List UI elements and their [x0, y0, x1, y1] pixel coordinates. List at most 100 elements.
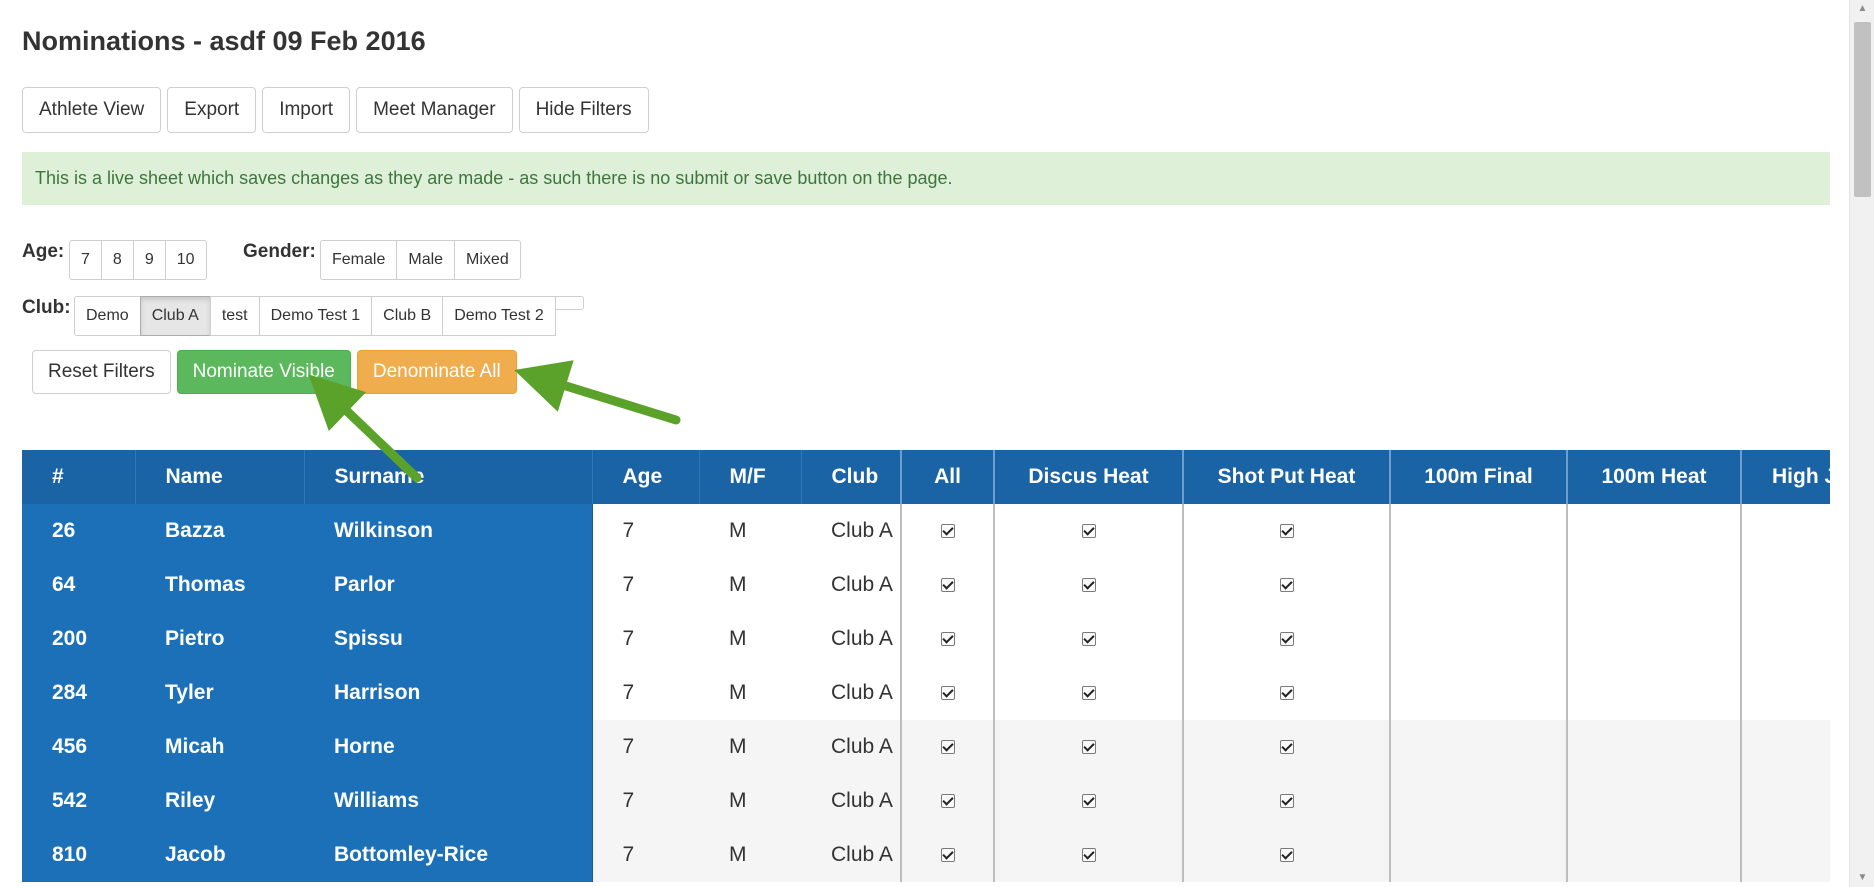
cell-high-jump[interactable] [1740, 720, 1830, 774]
all-checkbox[interactable] [940, 578, 955, 593]
live-sheet-notice: This is a live sheet which saves changes… [22, 152, 1830, 205]
cell-discus-heat [993, 504, 1183, 558]
cell-high-jump[interactable] [1740, 504, 1830, 558]
cell-100m-heat[interactable] [1566, 666, 1741, 720]
shot-put-heat-checkbox[interactable] [1279, 848, 1294, 863]
cell-100m-heat[interactable] [1566, 504, 1741, 558]
all-checkbox[interactable] [940, 848, 955, 863]
gender-option-male[interactable]: Male [396, 240, 456, 280]
scroll-up-arrow-icon[interactable]: ▲ [1850, 0, 1874, 18]
cell-100m-heat[interactable] [1566, 774, 1741, 828]
col-header-shot-put-heat[interactable]: Shot Put Heat [1182, 450, 1391, 504]
shot-put-heat-checkbox[interactable] [1279, 578, 1294, 593]
col-header-surname[interactable]: Surname [304, 450, 593, 504]
gender-option-mixed[interactable]: Mixed [454, 240, 521, 280]
vertical-scrollbar[interactable]: ▲ ▼ [1849, 0, 1874, 887]
cell-surname: Harrison [304, 666, 593, 720]
shot-put-heat-checkbox[interactable] [1279, 524, 1294, 539]
cell-discus-heat [993, 558, 1183, 612]
age-option-9[interactable]: 9 [132, 240, 166, 280]
cell-100m-final[interactable] [1389, 612, 1567, 666]
cell-high-jump[interactable] [1740, 666, 1830, 720]
cell-100m-heat[interactable] [1566, 720, 1741, 774]
shot-put-heat-checkbox[interactable] [1279, 794, 1294, 809]
discus-heat-checkbox[interactable] [1081, 740, 1096, 755]
cell-discus-heat [993, 828, 1183, 882]
club-option-club-a[interactable]: Club A [139, 296, 211, 336]
col-header-high-jump[interactable]: High Jump [1740, 450, 1830, 504]
scroll-down-arrow-icon[interactable]: ▼ [1850, 869, 1874, 887]
gender-option-female[interactable]: Female [320, 240, 398, 280]
all-checkbox[interactable] [940, 740, 955, 755]
club-option-blank[interactable] [554, 296, 584, 310]
all-checkbox[interactable] [940, 686, 955, 701]
shot-put-heat-checkbox[interactable] [1279, 632, 1294, 647]
cell-100m-final[interactable] [1389, 720, 1567, 774]
cell-100m-heat[interactable] [1566, 612, 1741, 666]
cell-100m-heat[interactable] [1566, 558, 1741, 612]
denominate-all-button[interactable]: Denominate All [356, 350, 517, 394]
all-checkbox[interactable] [940, 632, 955, 647]
club-option-demo-test-2[interactable]: Demo Test 2 [442, 296, 556, 336]
club-filter-label: Club: [22, 297, 71, 318]
col-header-100m-heat[interactable]: 100m Heat [1566, 450, 1742, 504]
meet-manager-button[interactable]: Meet Manager [356, 87, 513, 133]
discus-heat-checkbox[interactable] [1081, 794, 1096, 809]
age-option-7[interactable]: 7 [69, 240, 102, 280]
col-header-club[interactable]: Club [801, 450, 902, 504]
discus-heat-checkbox[interactable] [1081, 848, 1096, 863]
col-header-100m-final[interactable]: 100m Final [1389, 450, 1568, 504]
cell-name: Bazza [135, 504, 304, 558]
col-header-number[interactable]: # [22, 450, 136, 504]
cell-number: 200 [22, 612, 135, 666]
cell-100m-final[interactable] [1389, 828, 1567, 882]
club-option-demo[interactable]: Demo [74, 296, 141, 336]
cell-shot-put-heat [1182, 828, 1390, 882]
gender-filter-label: Gender: [243, 241, 316, 262]
cell-age: 7 [622, 519, 635, 542]
hide-filters-button[interactable]: Hide Filters [518, 87, 649, 133]
club-option-demo-test-1[interactable]: Demo Test 1 [258, 296, 373, 336]
cell-high-jump[interactable] [1740, 558, 1830, 612]
reset-filters-button[interactable]: Reset Filters [32, 350, 171, 394]
cell-100m-final[interactable] [1389, 558, 1567, 612]
cell-100m-heat[interactable] [1566, 828, 1741, 882]
all-checkbox[interactable] [940, 524, 955, 539]
cell-high-jump[interactable] [1740, 828, 1830, 882]
shot-put-heat-checkbox[interactable] [1279, 740, 1294, 755]
cell-gender: M [699, 720, 801, 774]
shot-put-heat-checkbox[interactable] [1279, 686, 1294, 701]
cell-age: 7 [622, 681, 635, 704]
discus-heat-checkbox[interactable] [1081, 524, 1096, 539]
discus-heat-checkbox[interactable] [1081, 686, 1096, 701]
all-checkbox[interactable] [940, 794, 955, 809]
cell-100m-final[interactable] [1389, 774, 1567, 828]
scroll-thumb[interactable] [1854, 22, 1871, 197]
discus-heat-checkbox[interactable] [1081, 632, 1096, 647]
page: Nominations - asdf 09 Feb 2016 Athlete V… [0, 0, 1849, 887]
age-filter: 7 8 9 10 [69, 240, 207, 280]
club-option-test[interactable]: test [209, 296, 260, 336]
cell-gender: M [699, 828, 801, 882]
age-option-8[interactable]: 8 [100, 240, 134, 280]
discus-heat-checkbox[interactable] [1081, 578, 1096, 593]
cell-name: Thomas [135, 558, 304, 612]
age-option-10[interactable]: 10 [164, 240, 207, 280]
cell-100m-final[interactable] [1389, 504, 1567, 558]
col-header-discus-heat[interactable]: Discus Heat [993, 450, 1184, 504]
cell-shot-put-heat [1182, 774, 1390, 828]
club-option-club-b[interactable]: Club B [371, 296, 444, 336]
athlete-view-button[interactable]: Athlete View [22, 87, 162, 133]
col-header-name[interactable]: Name [135, 450, 305, 504]
nominate-visible-button[interactable]: Nominate Visible [176, 350, 351, 394]
cell-high-jump[interactable] [1740, 774, 1830, 828]
export-button[interactable]: Export [167, 87, 257, 133]
col-header-mf[interactable]: M/F [699, 450, 802, 504]
cell-high-jump[interactable] [1740, 612, 1830, 666]
cell-club: Club A [801, 774, 901, 828]
col-header-age[interactable]: Age [592, 450, 700, 504]
cell-100m-final[interactable] [1389, 666, 1567, 720]
col-header-all[interactable]: All [900, 450, 995, 504]
cell-age: 7 [592, 774, 699, 828]
import-button[interactable]: Import [262, 87, 351, 133]
